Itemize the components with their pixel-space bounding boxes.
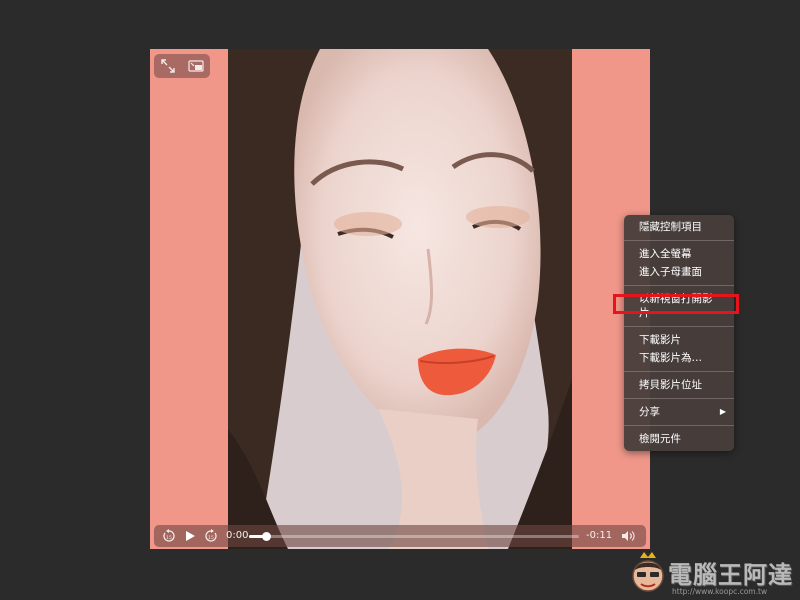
playback-controls: 15 15 0:00 -0:11 <box>154 525 646 547</box>
svg-text:15: 15 <box>208 535 214 541</box>
context-menu-item-label: 進入子母畫面 <box>639 266 702 278</box>
context-menu: 隱藏控制項目 進入全螢幕 進入子母畫面 以新視窗打開影片 下載影片 下載影片為… 拷貝影片位… <box>624 215 734 451</box>
context-menu-item[interactable]: 進入全螢幕 <box>624 245 734 263</box>
volume-icon[interactable] <box>619 527 639 545</box>
watermark-title: 電腦王阿達 <box>668 561 793 589</box>
context-menu-item-label: 拷貝影片位址 <box>639 379 702 391</box>
context-menu-item[interactable]: 進入子母畫面 <box>624 263 734 281</box>
progress-track[interactable] <box>249 532 579 541</box>
context-menu-item[interactable]: 分享 ▶ <box>624 403 734 421</box>
watermark-url: http://www.koopc.com.tw <box>672 587 768 596</box>
highlight-box <box>613 294 739 314</box>
menu-separator <box>624 285 734 286</box>
fullscreen-icon[interactable] <box>159 57 177 75</box>
remaining-time: -0:11 <box>586 530 613 541</box>
menu-separator <box>624 326 734 327</box>
play-button[interactable] <box>181 527 199 545</box>
submenu-arrow-icon: ▶ <box>719 407 726 416</box>
menu-separator <box>624 425 734 426</box>
video-frame <box>228 49 572 549</box>
current-time: 0:00 <box>226 530 249 541</box>
context-menu-item[interactable]: 檢閱元件 <box>624 430 734 448</box>
context-menu-item[interactable]: 隱藏控制項目 <box>624 218 734 236</box>
svg-text:15: 15 <box>166 535 172 541</box>
skip-forward-15-icon[interactable]: 15 <box>202 527 220 545</box>
context-menu-item[interactable]: 下載影片為… <box>624 349 734 367</box>
context-menu-item[interactable]: 拷貝影片位址 <box>624 376 734 394</box>
video-frame-image <box>228 49 572 549</box>
skip-back-15-icon[interactable]: 15 <box>160 527 178 545</box>
context-menu-item-label: 下載影片 <box>639 334 681 346</box>
context-menu-item-label: 分享 <box>639 406 660 418</box>
watermark: 電腦王阿達 http://www.koopc.com.tw <box>626 549 800 600</box>
context-menu-item-label: 下載影片為… <box>639 352 702 364</box>
menu-separator <box>624 398 734 399</box>
context-menu-item-label: 檢閱元件 <box>639 433 681 445</box>
menu-separator <box>624 240 734 241</box>
progress-knob[interactable] <box>261 532 271 541</box>
mascot-logo-icon <box>632 552 664 592</box>
context-menu-item-label: 進入全螢幕 <box>639 248 692 260</box>
context-menu-item-label: 隱藏控制項目 <box>639 221 702 233</box>
video-player[interactable]: 15 15 0:00 -0:11 <box>150 49 650 549</box>
top-controls <box>154 54 210 78</box>
menu-separator <box>624 371 734 372</box>
context-menu-item[interactable]: 下載影片 <box>624 331 734 349</box>
picture-in-picture-icon[interactable] <box>187 57 205 75</box>
